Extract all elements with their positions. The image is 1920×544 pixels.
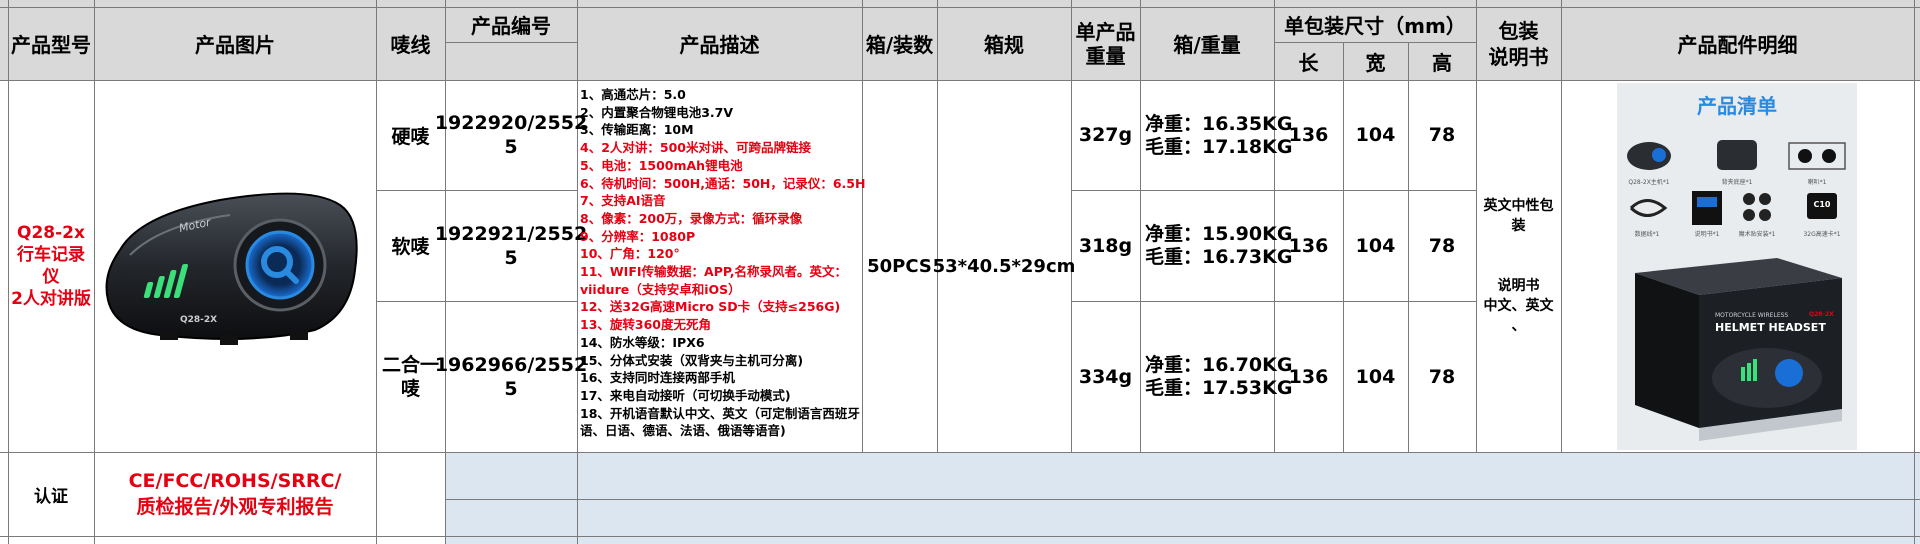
row3-unit-weight: 334g bbox=[1078, 365, 1133, 388]
cert-row-bg bbox=[445, 452, 1920, 544]
product-image: Motor Q28-2X bbox=[105, 192, 358, 345]
desc-line: 3、传输距离：10M bbox=[580, 122, 694, 138]
package-manual: 英文中性包 装 说明书 中文、英文 、 bbox=[1483, 198, 1554, 334]
header-length: 长 bbox=[1298, 50, 1319, 75]
row1-height: 78 bbox=[1428, 124, 1456, 146]
header-desc: 产品描述 bbox=[679, 33, 760, 57]
desc-line: 4、2人对讲：500米对讲、可跨品牌链接 bbox=[580, 140, 811, 156]
header-code: 产品编号 bbox=[471, 14, 551, 38]
net-weight: 净重：15.90KG bbox=[1145, 223, 1293, 245]
device-model: Q28-2X bbox=[180, 315, 217, 325]
product-model: Q28-2x 行车记录 仪 2人对讲版 bbox=[11, 223, 91, 309]
header-height: 高 bbox=[1432, 50, 1452, 75]
row3-width: 104 bbox=[1355, 365, 1396, 388]
accessory-item: 魔术贴安装*1 bbox=[1739, 230, 1776, 238]
header-unit-weight: 单产品 重量 bbox=[1075, 19, 1136, 68]
cert-label: 认证 bbox=[34, 486, 68, 507]
row1-code: 1922920/2552 5 bbox=[434, 112, 588, 158]
desc-line: 6、待机时间：500H,通话：50H，记录仪：6.5H bbox=[580, 175, 866, 191]
gross-weight: 毛重：17.53KG bbox=[1145, 377, 1293, 399]
row2-height: 78 bbox=[1428, 234, 1456, 257]
row2-box-weight: 净重：15.90KG 毛重：16.73KG bbox=[1145, 223, 1292, 269]
gross-weight: 毛重：17.18KG bbox=[1145, 136, 1293, 158]
sd-card-icon: C10 bbox=[1807, 193, 1837, 219]
product-box-icon: MOTORCYCLE WIRELESS HELMET HEADSET Q28-2… bbox=[1635, 258, 1842, 441]
row2-length: 136 bbox=[1288, 234, 1329, 257]
row3-box-weight: 净重：16.70KG 毛重：17.53KG bbox=[1145, 354, 1292, 400]
desc-line: 13、旋转360度无死角 bbox=[580, 317, 711, 333]
cert-value: CE/FCC/ROHS/SRRC/ 质检报告/外观专利报告 bbox=[128, 470, 342, 518]
header-manual: 包装 说明书 bbox=[1488, 18, 1549, 69]
desc-line: 7、支持AI语音 bbox=[580, 193, 666, 209]
sd-card-label: C10 bbox=[1813, 200, 1830, 209]
bracket-icon bbox=[1717, 140, 1757, 170]
box-line-1: MOTORCYCLE WIRELESS bbox=[1715, 312, 1788, 319]
box-spec: 53*40.5*29cm bbox=[932, 255, 1076, 277]
accessory-item: 32G高速卡*1 bbox=[1803, 230, 1840, 238]
desc-line: 18、开机语音默认中文、英文（可定制语言西班牙语、日语、德语、法语、俄语等语音) bbox=[580, 405, 860, 439]
desc-line: 14、防水等级：IPX6 bbox=[580, 334, 705, 350]
header-box-weight: 箱/重量 bbox=[1173, 33, 1241, 57]
header-model: 产品型号 bbox=[11, 33, 91, 57]
accessories-image: 产品清单 Q28-2X主机*1 背夹底座*1 喇叭*1 C10 数据线*1 说明… bbox=[1617, 83, 1857, 450]
gross-weight: 毛重：16.73KG bbox=[1145, 246, 1293, 268]
box-line-2: HELMET HEADSET bbox=[1715, 321, 1826, 334]
desc-line: 9、分辨率：1080P bbox=[580, 228, 696, 244]
row1-box-weight: 净重：16.35KG 毛重：17.18KG bbox=[1145, 113, 1292, 159]
row2-width: 104 bbox=[1355, 234, 1396, 257]
header-box-spec: 箱规 bbox=[984, 33, 1024, 57]
header-accessories: 产品配件明细 bbox=[1677, 33, 1798, 57]
header-box-qty: 箱/装数 bbox=[865, 33, 934, 57]
box-qty: 50PCS bbox=[867, 255, 932, 277]
desc-line: 15、分体式安装（双背夹与主机可分离) bbox=[580, 352, 804, 368]
desc-line: 1、高通芯片：5.0 bbox=[580, 87, 686, 102]
desc-line: 17、来电自动接听（可切换手动模式) bbox=[580, 387, 791, 403]
desc-line: 8、像素：200万，录像方式：循环录像 bbox=[580, 210, 803, 226]
row3-code: 1962966/2552 5 bbox=[434, 353, 588, 400]
desc-line: 11、WIFI传输数据：APP,名称录风者。英文：viidure（支持安卓和iO… bbox=[580, 264, 847, 297]
product-description: 1、高通芯片：5.0 2、内置聚合物锂电池3.7V 3、传输距离：10M 4、2… bbox=[580, 86, 866, 440]
row1-width: 104 bbox=[1355, 124, 1396, 146]
header-shell: 唛线 bbox=[390, 33, 431, 57]
header-width: 宽 bbox=[1365, 50, 1386, 75]
row3-length: 136 bbox=[1288, 365, 1329, 388]
net-weight: 净重：16.70KG bbox=[1145, 354, 1293, 376]
desc-line: 12、送32G高速Micro SD卡（支持≤256G) bbox=[580, 299, 841, 315]
accessory-item: 说明书*1 bbox=[1695, 230, 1720, 238]
desc-line: 16、支持同时连接两部手机 bbox=[580, 370, 735, 386]
accessory-item: 数据线*1 bbox=[1635, 230, 1660, 238]
row1-unit-weight: 327g bbox=[1078, 124, 1133, 146]
spec-sheet: 产品型号 产品图片 唛线 产品编号 产品描述 箱/装数 箱规 单产品 重量 箱/… bbox=[0, 0, 1920, 544]
header-image: 产品图片 bbox=[195, 33, 275, 57]
desc-line: 5、电池：1500mAh锂电池 bbox=[580, 157, 743, 173]
desc-line: 10、广角：120° bbox=[580, 246, 680, 262]
manual-icon bbox=[1692, 191, 1722, 225]
desc-line: 2、内置聚合物锂电池3.7V bbox=[580, 104, 734, 120]
row1-length: 136 bbox=[1288, 124, 1329, 146]
accessory-item: 背夹底座*1 bbox=[1722, 178, 1753, 186]
row2-code: 1922921/2552 5 bbox=[434, 222, 588, 269]
net-weight: 净重：16.35KG bbox=[1145, 113, 1293, 135]
row2-unit-weight: 318g bbox=[1078, 234, 1133, 257]
header-pack-size: 单包装尺寸（mm） bbox=[1284, 14, 1466, 38]
row3-height: 78 bbox=[1428, 365, 1456, 388]
accessory-card-title: 产品清单 bbox=[1697, 94, 1777, 118]
box-model: Q28-2X bbox=[1809, 311, 1834, 318]
accessory-item: 喇叭*1 bbox=[1808, 178, 1827, 186]
accessory-item: Q28-2X主机*1 bbox=[1628, 178, 1669, 186]
headset-icon bbox=[1627, 142, 1671, 170]
